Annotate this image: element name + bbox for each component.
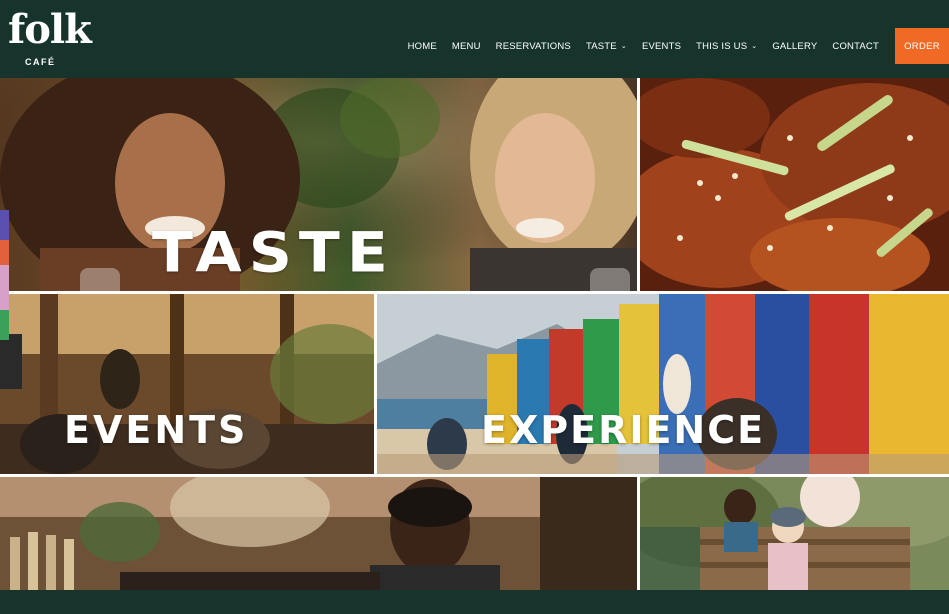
nav-taste[interactable]: TASTE ⌄	[586, 41, 627, 52]
nav-events[interactable]: EVENTS	[642, 41, 681, 52]
logo-subtitle: CAFÉ	[25, 57, 56, 67]
tile-experience[interactable]: EXPERIENCE	[377, 294, 949, 474]
nav-label: RESERVATIONS	[495, 40, 571, 52]
side-widget-tab[interactable]	[0, 210, 9, 240]
side-widget-tab[interactable]	[0, 265, 9, 310]
nav-label: TASTE	[585, 40, 617, 52]
taste-label: TASTE	[152, 220, 395, 286]
kids-photo	[640, 477, 949, 590]
side-widget-tab[interactable]	[0, 240, 9, 265]
tile-taste[interactable]: TASTE	[0, 78, 637, 291]
events-label: EVENTS	[64, 408, 249, 452]
nav-contact[interactable]: CONTACT	[832, 41, 879, 52]
nav-this-is-us[interactable]: THIS IS US ⌄	[696, 41, 757, 52]
order-button[interactable]: ORDER	[895, 28, 949, 64]
experience-label: EXPERIENCE	[481, 408, 766, 452]
footer-bar	[0, 590, 949, 614]
nav-label: HOME	[407, 40, 437, 52]
nav-gallery[interactable]: GALLERY	[772, 41, 817, 52]
tile-bar[interactable]	[0, 477, 637, 590]
nav-menu[interactable]: MENU	[452, 41, 481, 52]
site-header: folk CAFÉ HOME MENU RESERVATIONS TASTE ⌄…	[0, 0, 949, 78]
nav-home[interactable]: HOME	[408, 41, 437, 52]
chevron-down-icon: ⌄	[620, 43, 627, 50]
nav-label: THIS IS US	[696, 40, 748, 52]
nav-label: EVENTS	[641, 40, 682, 52]
logo-wordmark: folk	[8, 6, 92, 53]
nav-label: MENU	[451, 40, 481, 52]
nav-label: CONTACT	[832, 40, 879, 52]
food-photo	[640, 78, 949, 291]
logo[interactable]: folk CAFÉ	[8, 6, 92, 70]
bar-photo	[0, 477, 637, 590]
chevron-down-icon: ⌄	[751, 43, 758, 50]
nav-label: GALLERY	[772, 40, 818, 52]
tile-food[interactable]	[640, 78, 949, 291]
tile-kids[interactable]	[640, 477, 949, 590]
tile-events[interactable]: EVENTS	[0, 294, 374, 474]
side-widget-tab[interactable]	[0, 310, 9, 340]
nav-reservations[interactable]: RESERVATIONS	[496, 41, 571, 52]
main-nav: HOME MENU RESERVATIONS TASTE ⌄ EVENTS TH…	[408, 28, 949, 64]
